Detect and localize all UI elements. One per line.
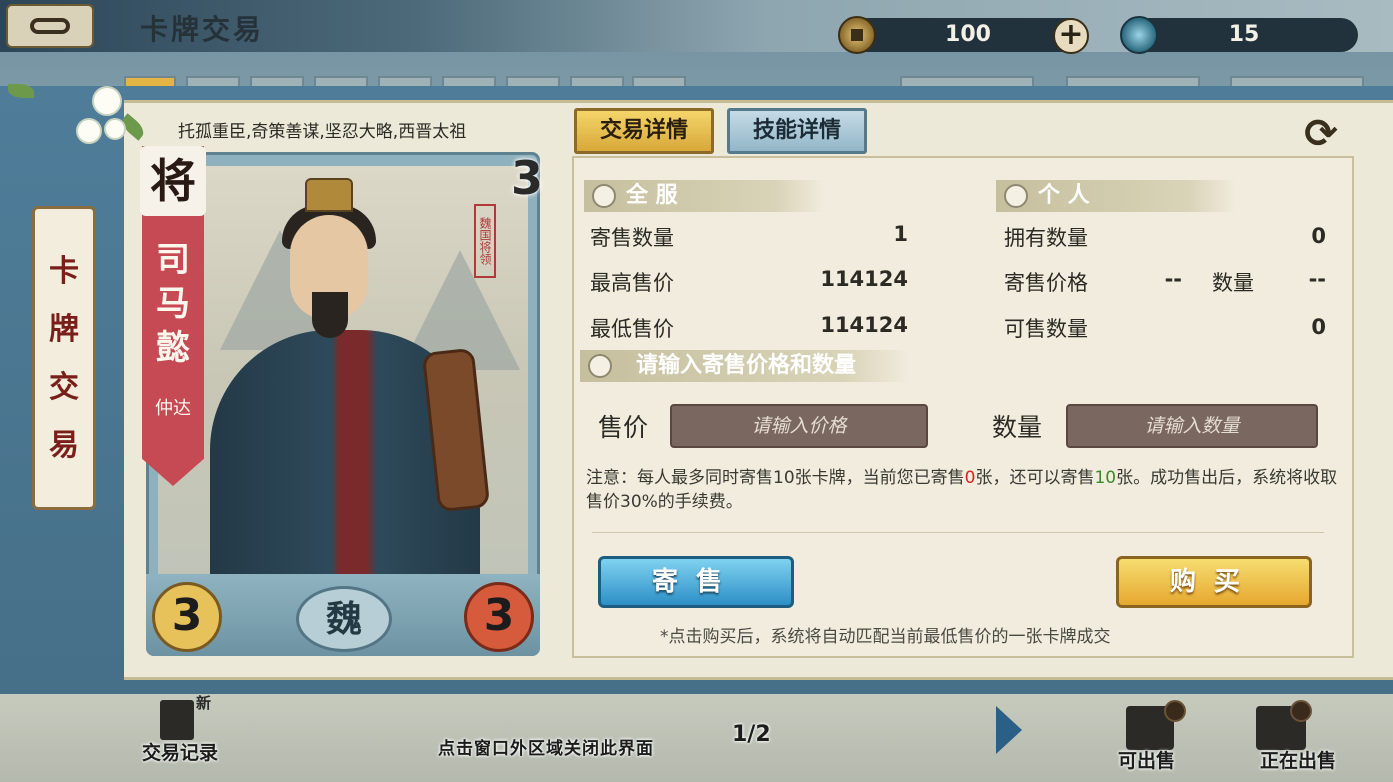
- input-section-header: 请输入寄售价格和数量: [580, 350, 910, 382]
- attack-badge: 3: [152, 582, 222, 652]
- divider: [592, 532, 1324, 533]
- tab-skill-details[interactable]: 技能详情: [727, 108, 867, 154]
- on-sale-label: 正在出售: [1260, 750, 1337, 772]
- courtesy-name: 仲达: [155, 398, 191, 419]
- sellable-label: 可出售: [1118, 750, 1176, 772]
- character-beard: [312, 292, 348, 338]
- listed-count-label: 寄售数量: [590, 226, 674, 250]
- seal-stamp: 魏国将领: [474, 204, 496, 278]
- cost-badge: 3: [510, 151, 543, 205]
- globe-icon: [592, 184, 616, 208]
- server-section-header: 全 服: [584, 180, 824, 212]
- owned-count-label: 拥有数量: [1004, 226, 1088, 250]
- refresh-icon[interactable]: ⟳: [1298, 112, 1344, 158]
- listing-qty-label: 数量: [1212, 271, 1254, 295]
- jade-icon: [1120, 16, 1158, 54]
- side-tab-card-trade[interactable]: 卡牌交易: [32, 206, 96, 510]
- quantity-input[interactable]: 请输入数量: [1066, 404, 1318, 448]
- sellable-count-value: 0: [1311, 315, 1326, 339]
- flower-decoration: [76, 118, 102, 144]
- notification-dot: [1290, 700, 1312, 722]
- notification-dot: [1164, 700, 1186, 722]
- lowest-price-value: 114124: [820, 313, 908, 337]
- add-coins-button[interactable]: +: [1053, 18, 1089, 54]
- price-label: 售价: [598, 413, 649, 442]
- input-heading-text: 请输入寄售价格和数量: [636, 353, 857, 378]
- highest-price-value: 114124: [820, 267, 908, 291]
- card-quote: 托孤重臣,奇策善谋,坚忍大略,西晋太祖: [178, 122, 467, 142]
- page-indicator: 1/2: [732, 722, 771, 747]
- flower-decoration: [104, 118, 126, 140]
- listing-price-label: 寄售价格: [1004, 271, 1088, 295]
- remaining-count: 10: [1094, 468, 1117, 488]
- listing-price-value: --: [1164, 267, 1182, 291]
- buy-button[interactable]: 购买: [1116, 556, 1312, 608]
- coin-counter: 100: [848, 18, 1088, 52]
- consignment-notice: 注意：每人最多同时寄售10张卡牌，当前您已寄售0张，还可以寄售10张。成功售出后…: [586, 466, 1346, 514]
- scroll-record-icon: [160, 700, 194, 740]
- coin-icon: [838, 16, 876, 54]
- side-tab-label: 卡牌交易: [49, 254, 79, 463]
- tab-trade-details[interactable]: 交易详情: [574, 108, 714, 154]
- faction-badge: 魏: [296, 586, 392, 652]
- personal-section-header: 个 人: [996, 180, 1236, 212]
- quantity-label: 数量: [992, 413, 1043, 442]
- personal-heading-text: 个 人: [1038, 183, 1090, 208]
- buy-note: *点击购买后，系统将自动匹配当前最低售价的一张卡牌成交: [660, 627, 1111, 647]
- highest-price-label: 最高售价: [590, 271, 674, 295]
- sold-count: 0: [964, 468, 976, 488]
- page-title: 卡牌交易: [140, 13, 265, 46]
- price-input[interactable]: 请输入价格: [670, 404, 928, 448]
- character-crown: [305, 178, 353, 212]
- flower-decoration: [92, 86, 122, 116]
- sellable-count-label: 可售数量: [1004, 317, 1088, 341]
- back-arrow-icon: [30, 18, 70, 34]
- person-icon: [1004, 184, 1028, 208]
- rank-label: 将: [140, 146, 206, 216]
- notice-text: 注意：每人最多同时寄售10张卡牌，当前您已寄售: [586, 468, 965, 488]
- sell-button[interactable]: 寄售: [598, 556, 794, 608]
- next-page-arrow-icon[interactable]: [996, 706, 1022, 754]
- listing-qty-value: --: [1308, 267, 1326, 291]
- general-name: 司马懿: [156, 240, 190, 368]
- listed-count-value: 1: [893, 222, 908, 246]
- server-heading-text: 全 服: [626, 183, 678, 208]
- trade-record-label: 交易记录: [142, 742, 219, 764]
- close-hint: 点击窗口外区域关闭此界面: [438, 739, 654, 759]
- jade-counter: 15: [1130, 18, 1358, 52]
- lowest-price-label: 最低售价: [590, 317, 674, 341]
- health-badge: 3: [464, 582, 534, 652]
- new-badge: 新: [196, 694, 212, 712]
- notice-text: 张，还可以寄售: [975, 468, 1095, 488]
- owned-count-value: 0: [1311, 224, 1326, 248]
- back-button[interactable]: [6, 4, 94, 48]
- money-bag-icon: [588, 354, 612, 378]
